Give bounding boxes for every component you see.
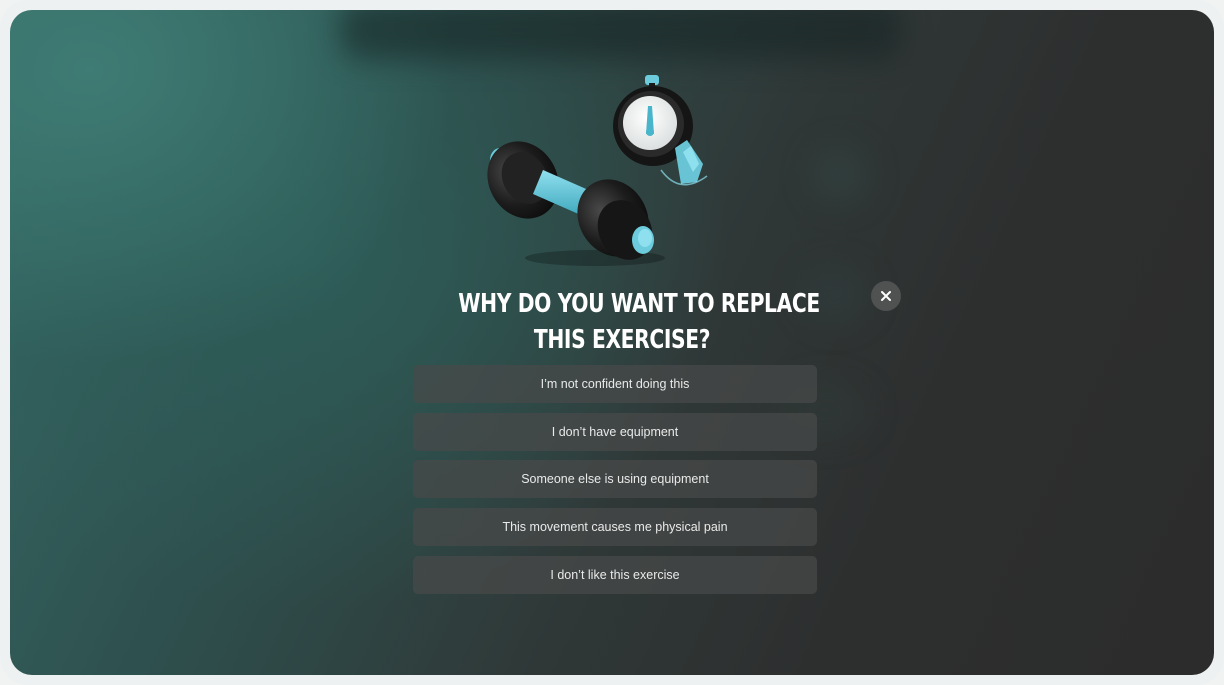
dialog-title-line1: WHY DO YOU WANT TO REPLACE: [458, 289, 820, 319]
option-physical-pain[interactable]: This movement causes me physical pain: [413, 508, 817, 547]
device-frame: WHY DO YOU WANT TO REPLACE THIS EXERCISE…: [0, 0, 1224, 685]
dialog-title-line2: THIS EXERCISE?: [533, 325, 711, 355]
option-no-equipment[interactable]: I don’t have equipment: [413, 412, 817, 451]
close-icon: [881, 291, 891, 301]
blurred-header-backdrop: [340, 10, 900, 60]
stopwatch-icon: [613, 75, 708, 186]
reason-options-list: I’m not confident doing this I don’t hav…: [413, 365, 817, 603]
option-not-confident[interactable]: I’m not confident doing this: [413, 365, 817, 403]
dumbbell-stopwatch-illustration: [487, 75, 708, 266]
blurred-backdrop-element: [810, 145, 870, 205]
close-button[interactable]: [871, 281, 901, 311]
option-dislike-exercise[interactable]: I don’t like this exercise: [413, 555, 817, 594]
modal-screen: WHY DO YOU WANT TO REPLACE THIS EXERCISE…: [10, 10, 1214, 675]
option-equipment-in-use[interactable]: Someone else is using equipment: [413, 460, 817, 499]
dialog-title: WHY DO YOU WANT TO REPLACE THIS EXERCISE…: [458, 286, 820, 358]
